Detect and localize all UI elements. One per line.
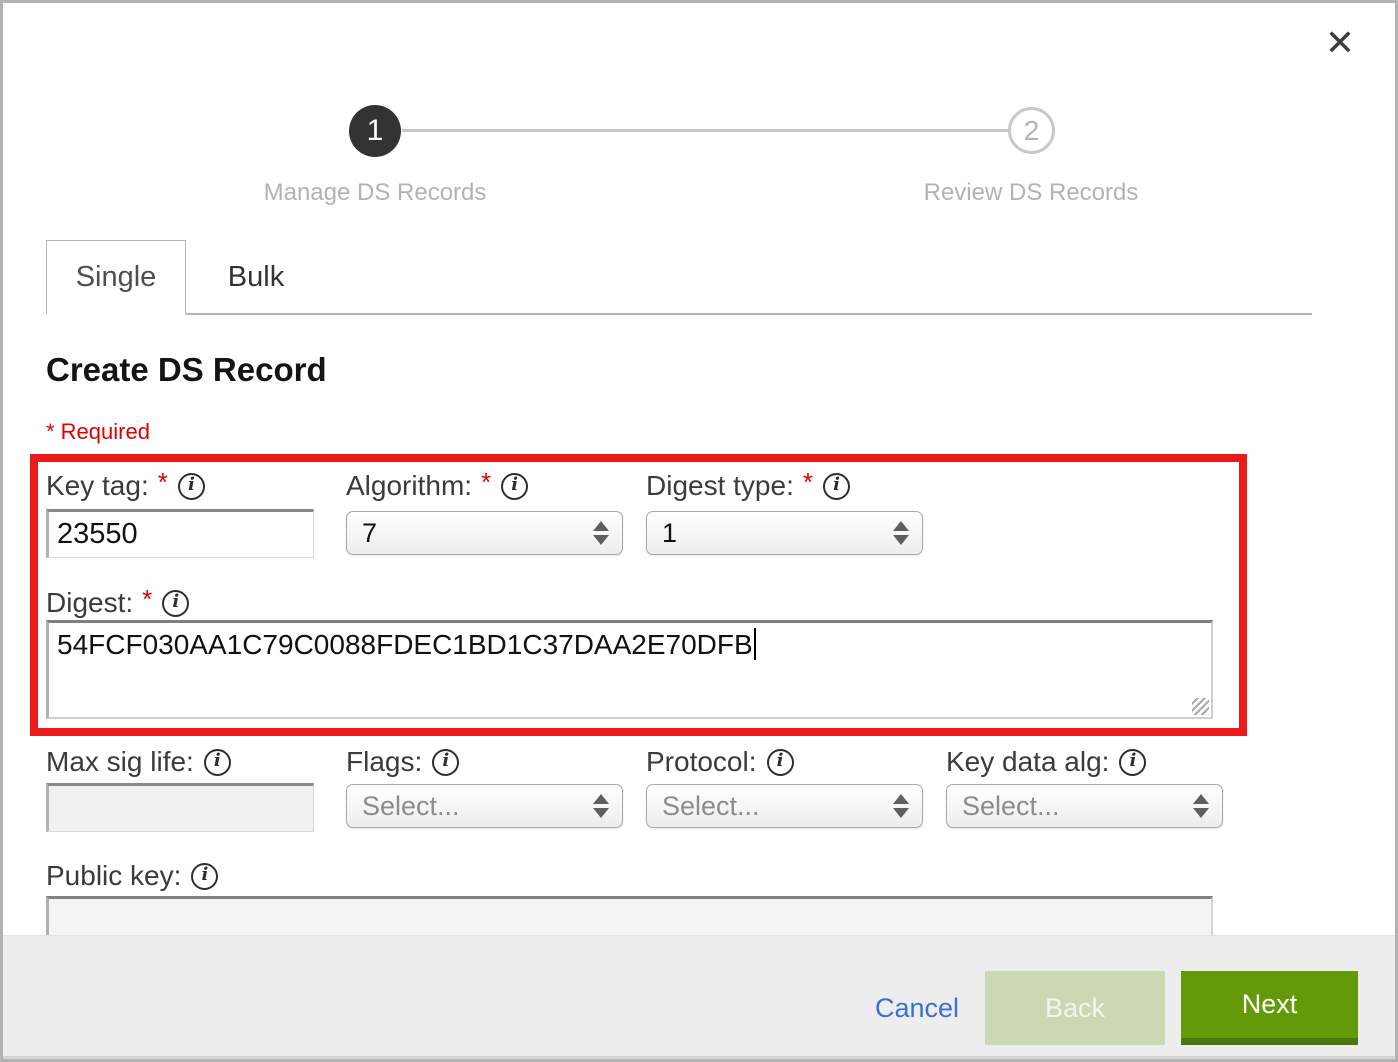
key-data-alg-label: Key data alg: i [946,745,1146,779]
required-asterisk: * [481,467,491,498]
info-icon[interactable]: i [501,473,528,500]
info-icon[interactable]: i [191,863,218,890]
info-icon[interactable]: i [823,473,850,500]
step-1-circle: 1 [349,105,401,157]
key-data-alg-select-value: Select... [962,791,1060,822]
algorithm-label: Algorithm: * i [346,469,528,503]
flags-label: Flags: i [346,745,459,779]
required-note: * Required [46,419,150,445]
key-tag-input[interactable] [46,509,314,558]
required-asterisk: * [142,584,152,615]
digest-label: Digest: * i [46,586,189,620]
max-sig-life-input[interactable] [46,783,314,832]
flags-select-value: Select... [362,791,460,822]
protocol-label: Protocol: i [646,745,794,779]
protocol-select[interactable]: Select... [646,784,923,828]
digest-type-select[interactable]: 1 [646,511,923,555]
step-2-label: Review DS Records [861,179,1201,207]
protocol-select-value: Select... [662,791,760,822]
text-caret [754,628,756,660]
digest-type-select-value: 1 [662,518,677,549]
cancel-button[interactable]: Cancel [875,993,959,1024]
info-icon[interactable]: i [767,749,794,776]
create-ds-record-modal: ✕ 1 2 Manage DS Records Review DS Record… [0,0,1398,1062]
stepper-connector-line [402,129,1008,132]
key-tag-label: Key tag: * i [46,469,205,503]
max-sig-life-label-text: Max sig life: [46,746,194,778]
digest-type-label-text: Digest type: [646,470,794,502]
page-title: Create DS Record [46,351,327,389]
info-icon[interactable]: i [432,749,459,776]
key-tag-label-text: Key tag: [46,470,149,502]
back-button[interactable]: Back [985,971,1165,1045]
tab-divider-line [186,313,1312,315]
digest-type-label: Digest type: * i [646,469,850,503]
select-arrows-icon [1193,794,1209,818]
info-icon[interactable]: i [204,749,231,776]
select-arrows-icon [893,521,909,545]
algorithm-select-value: 7 [362,518,377,549]
tab-single[interactable]: Single [46,240,186,314]
tab-bulk[interactable]: Bulk [186,240,326,314]
resize-handle-icon[interactable] [1192,698,1209,715]
algorithm-select[interactable]: 7 [346,511,623,555]
public-key-label-text: Public key: [46,860,181,892]
digest-label-text: Digest: [46,587,133,619]
select-arrows-icon [593,794,609,818]
key-data-alg-select[interactable]: Select... [946,784,1223,828]
step-2-circle: 2 [1008,107,1055,154]
digest-textarea[interactable]: 54FCF030AA1C79C0088FDEC1BD1C37DAA2E70DFB [46,620,1213,719]
required-asterisk: * [158,467,168,498]
next-button[interactable]: Next [1181,971,1358,1045]
info-icon[interactable]: i [1119,749,1146,776]
select-arrows-icon [593,521,609,545]
algorithm-label-text: Algorithm: [346,470,472,502]
max-sig-life-label: Max sig life: i [46,745,231,779]
info-icon[interactable]: i [162,590,189,617]
flags-label-text: Flags: [346,746,422,778]
flags-select[interactable]: Select... [346,784,623,828]
step-1-label: Manage DS Records [205,179,545,207]
key-data-alg-label-text: Key data alg: [946,746,1109,778]
info-icon[interactable]: i [178,473,205,500]
protocol-label-text: Protocol: [646,746,757,778]
select-arrows-icon [893,794,909,818]
public-key-label: Public key: i [46,859,218,893]
digest-value: 54FCF030AA1C79C0088FDEC1BD1C37DAA2E70DFB [57,629,753,660]
required-asterisk: * [803,467,813,498]
close-icon[interactable]: ✕ [1325,25,1355,61]
